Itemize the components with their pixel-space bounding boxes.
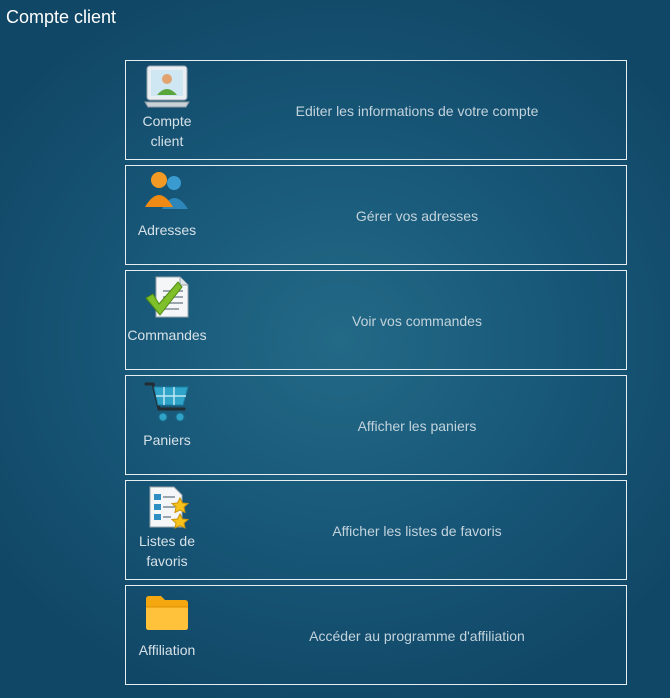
tile-favorites[interactable]: Listes de favoris Afficher les listes de… <box>125 480 627 580</box>
tile-label: Commandes <box>127 327 207 343</box>
tile-description: Gérer vos adresses <box>355 208 479 224</box>
tile-label: Listes de favoris <box>138 533 196 569</box>
tile-description: Voir vos commandes <box>352 313 482 329</box>
order-checklist-icon <box>144 274 190 320</box>
user-account-icon <box>144 64 190 110</box>
tile-description: Afficher les listes de favoris <box>332 523 502 539</box>
tile-addresses[interactable]: Adresses Gérer vos adresses <box>125 165 627 265</box>
account-menu: Compte client Editer les informations de… <box>125 60 627 690</box>
tile-affiliation[interactable]: Affiliation Accéder au programme d'affil… <box>125 585 627 685</box>
tile-label: Paniers <box>143 432 191 448</box>
tile-description: Editer les informations de votre compte <box>295 103 539 119</box>
tile-label: Affiliation <box>138 642 196 658</box>
tile-description: Accéder au programme d'affiliation <box>309 628 525 644</box>
page-title: Compte client <box>6 7 117 27</box>
tile-orders[interactable]: Commandes Voir vos commandes <box>125 270 627 370</box>
tile-label: Compte client <box>142 113 192 149</box>
tile-label: Adresses <box>137 222 197 238</box>
tile-description: Afficher les paniers <box>357 418 477 434</box>
shopping-cart-icon <box>144 379 190 425</box>
users-icon <box>144 169 190 215</box>
tile-customer-account[interactable]: Compte client Editer les informations de… <box>125 60 627 160</box>
tile-carts[interactable]: Paniers Afficher les paniers <box>125 375 627 475</box>
favorites-list-icon <box>144 484 190 530</box>
folder-icon <box>144 589 190 635</box>
